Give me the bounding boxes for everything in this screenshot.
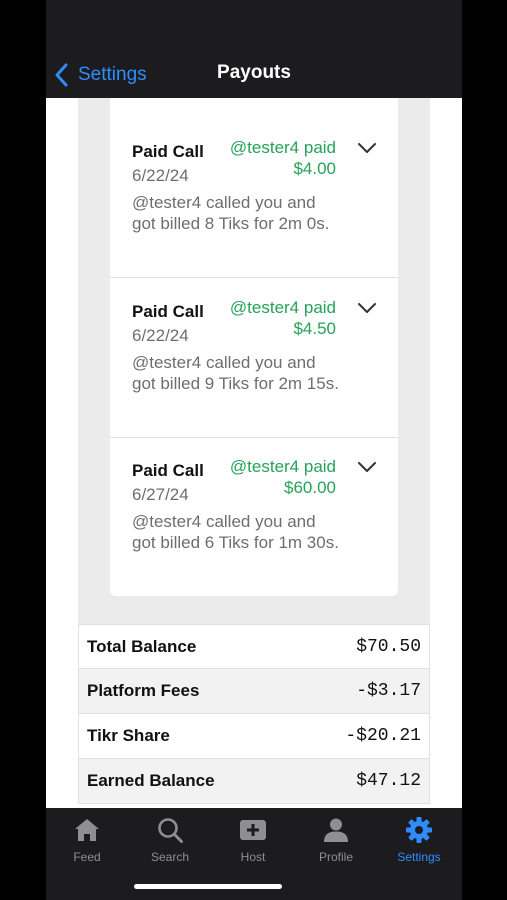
tab-profile[interactable]: Profile — [300, 816, 372, 864]
tikr-share-label: Tikr Share — [87, 726, 170, 745]
payout-date: 6/22/24 — [132, 326, 189, 345]
tab-search[interactable]: Search — [134, 816, 206, 864]
page-title: Payouts — [217, 62, 291, 83]
tab-label: Feed — [73, 850, 101, 864]
app-frame: Settings Payouts Paid Call 6/22/24 @test… — [46, 0, 462, 900]
total-balance-value: $70.50 — [356, 636, 421, 657]
payout-description: @tester4 called you and got billed 9 Tik… — [132, 353, 339, 393]
gear-icon — [406, 817, 432, 843]
magnifier-icon — [158, 818, 183, 843]
chevron-down-icon[interactable] — [358, 142, 376, 154]
tab-label: Search — [150, 850, 190, 864]
platform-fees-value: -$3.17 — [356, 681, 421, 701]
payout-list: Paid Call 6/22/24 @tester4 called you an… — [110, 98, 398, 596]
balance-summary: Total Balance $70.50 Platform Fees -$3.1… — [78, 624, 430, 804]
payout-date: 6/27/24 — [132, 485, 189, 504]
total-balance-label: Total Balance — [87, 636, 197, 656]
tab-settings[interactable]: Settings — [383, 816, 455, 864]
chevron-down-icon[interactable] — [358, 461, 376, 473]
payout-date: 6/22/24 — [132, 166, 189, 185]
payout-title: Paid Call — [132, 461, 204, 480]
payout-description: @tester4 called you and got billed 8 Tik… — [132, 193, 330, 233]
payout-title: Paid Call — [132, 302, 204, 321]
earned-balance-row: Earned Balance $47.12 — [78, 759, 430, 804]
tab-label: Settings — [397, 850, 441, 864]
home-indicator[interactable] — [134, 884, 282, 889]
payout-payer: @tester4 paid — [229, 298, 336, 317]
payout-item[interactable]: Paid Call 6/22/24 @tester4 called you an… — [110, 118, 398, 278]
payout-title: Paid Call — [132, 142, 204, 161]
house-icon — [75, 819, 99, 841]
payout-value: $4.50 — [293, 319, 336, 338]
payout-value: $4.00 — [293, 159, 336, 178]
payout-payer: @tester4 paid — [229, 457, 336, 476]
payout-item[interactable]: Paid Call 6/27/24 @tester4 called you an… — [110, 437, 398, 597]
tab-label: Profile — [318, 850, 353, 864]
payout-amount: @tester4 paid $4.00 — [206, 137, 336, 179]
plus-square-icon — [240, 820, 266, 840]
tab-label: Host — [240, 850, 266, 864]
tab-feed[interactable]: Feed — [51, 816, 123, 864]
payout-description: @tester4 called you and got billed 6 Tik… — [132, 512, 339, 552]
tikr-share-value: -$20.21 — [345, 726, 421, 746]
payout-item[interactable]: Paid Call 6/22/24 @tester4 called you an… — [110, 278, 398, 438]
payout-amount: @tester4 paid $60.00 — [206, 456, 336, 498]
person-icon — [324, 818, 348, 842]
tab-host[interactable]: Host — [217, 816, 289, 864]
tikr-share-row: Tikr Share -$20.21 — [78, 714, 430, 759]
earned-balance-label: Earned Balance — [87, 771, 215, 790]
chevron-down-icon[interactable] — [358, 302, 376, 314]
payout-payer: @tester4 paid — [229, 138, 336, 157]
platform-fees-label: Platform Fees — [87, 681, 200, 700]
total-balance-row: Total Balance $70.50 — [78, 624, 430, 669]
earned-balance-value: $47.12 — [356, 771, 421, 791]
platform-fees-row: Platform Fees -$3.17 — [78, 669, 430, 714]
payout-amount: @tester4 paid $4.50 — [206, 297, 336, 339]
payout-value: $60.00 — [284, 478, 336, 497]
payouts-content[interactable]: Paid Call 6/22/24 @tester4 called you an… — [46, 98, 462, 808]
nav-bar: Settings Payouts — [46, 0, 462, 98]
